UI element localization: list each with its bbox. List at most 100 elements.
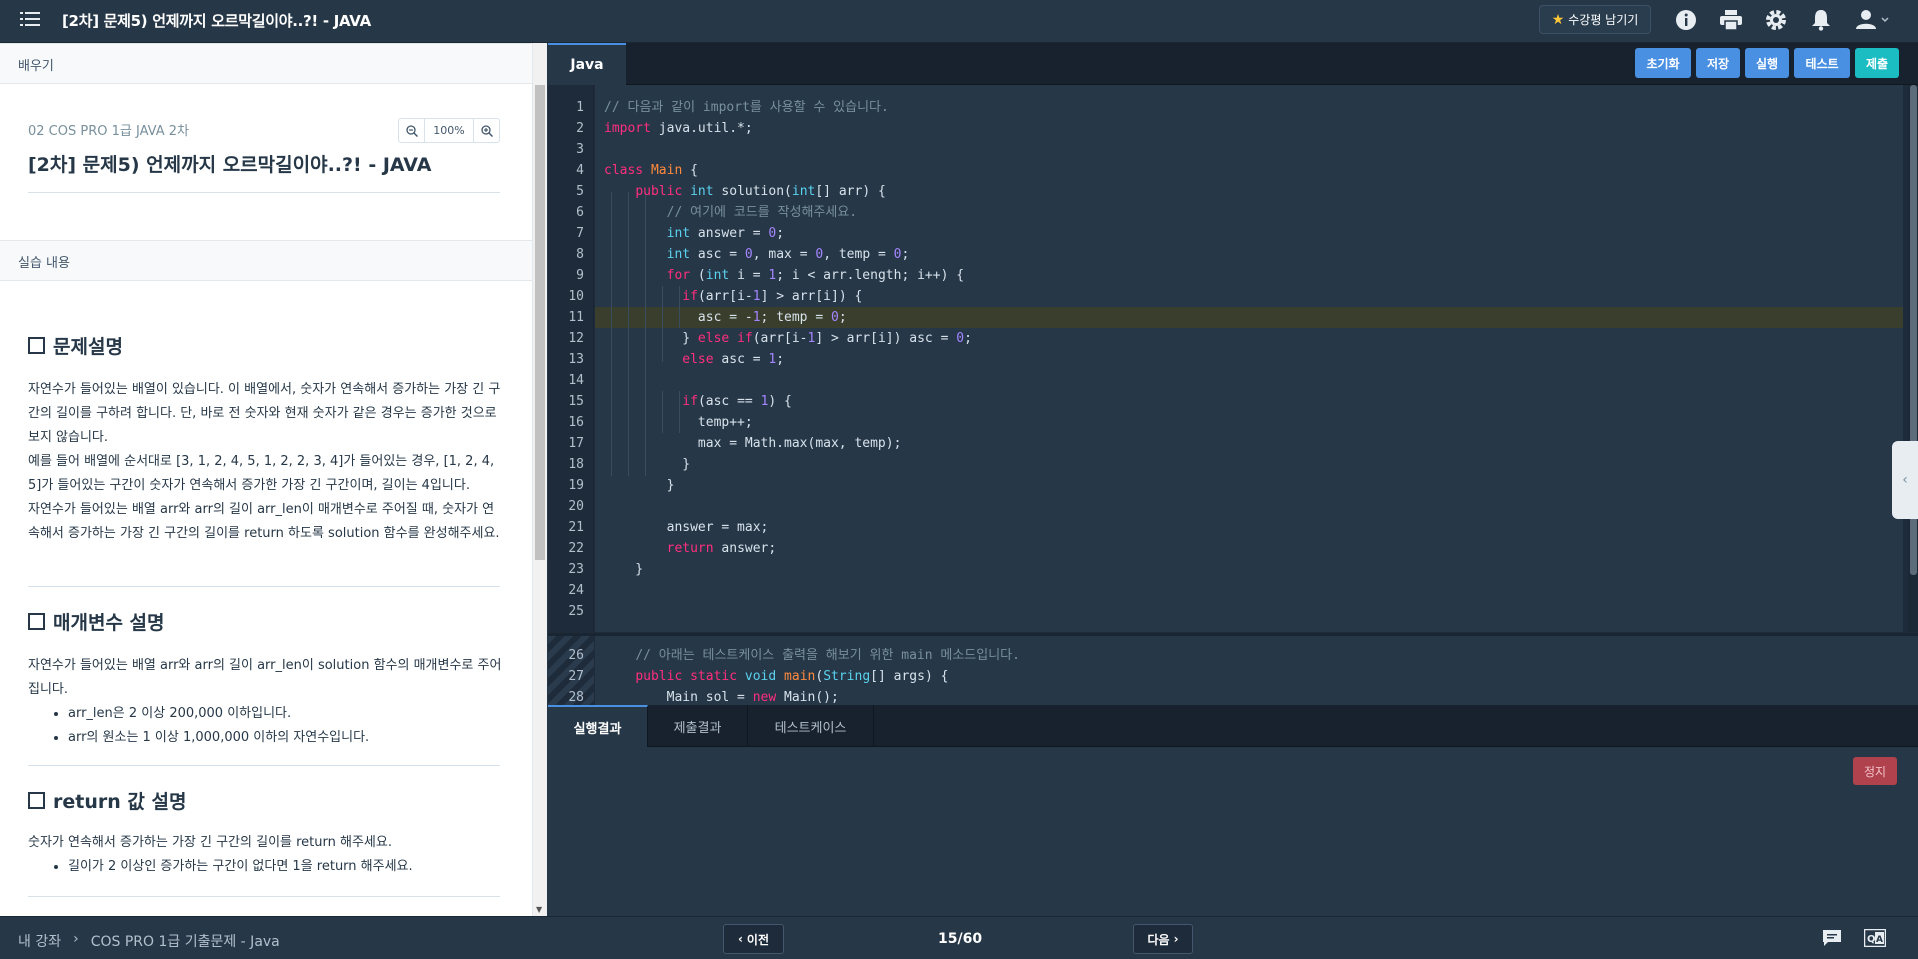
checkbox-icon (28, 337, 45, 354)
return-list: 길이가 2 이상인 증가하는 구간이 없다면 1을 return 해주세요. (68, 855, 413, 879)
result-tabbar: 실행결과 제출결과 테스트케이스 (548, 705, 1918, 747)
chevron-right-icon: › (1173, 932, 1179, 946)
code-editor[interactable]: // 다음과 같이 import를 사용할 수 있습니다. import jav… (595, 85, 1903, 632)
page-title: [2차] 문제5) 언제까지 오르막길이야..?! - JAVA (62, 12, 371, 30)
practice-header: 실습 내용 (0, 240, 532, 281)
run-button[interactable]: 실행 (1745, 48, 1789, 78)
svg-text:Q: Q (1867, 934, 1876, 945)
breadcrumb-course-link[interactable]: COS PRO 1급 기출문제 - Java (91, 931, 280, 951)
tab-testcases[interactable]: 테스트케이스 (748, 705, 874, 747)
divider (28, 586, 500, 587)
editor-tabbar: Java 초기화 저장 실행 테스트 제출 (548, 43, 1918, 85)
prev-button[interactable]: ‹ 이전 (723, 924, 784, 954)
next-button[interactable]: 다음 › (1133, 924, 1193, 954)
line-number: 27 (568, 669, 584, 684)
editor-scrollbar[interactable] (1908, 85, 1918, 632)
line-number: 4 (576, 163, 584, 178)
line-number: 1 (576, 100, 584, 115)
tab-java[interactable]: Java (548, 43, 626, 85)
problem-title: [2차] 문제5) 언제까지 오르막길이야..?! - JAVA (28, 154, 432, 176)
tab-run-result[interactable]: 실행결과 (548, 705, 648, 747)
test-button[interactable]: 테스트 (1794, 48, 1850, 78)
collapse-panel-handle[interactable]: ‹ (1892, 441, 1918, 519)
line-number-gutter-lower: 26 27 28 (548, 636, 594, 706)
section-title-parameters: 매개변수 설명 (28, 608, 165, 635)
top-bar: [2차] 문제5) 언제까지 오르막길이야..?! - JAVA ★ 수강평 남… (0, 0, 1918, 43)
save-button[interactable]: 저장 (1696, 48, 1740, 78)
line-number: 5 (576, 184, 584, 199)
info-icon[interactable] (1674, 8, 1698, 32)
breadcrumb-separator: › (73, 931, 79, 947)
line-number: 26 (568, 648, 584, 663)
learn-header: 배우기 (0, 43, 532, 84)
line-number: 15 (568, 394, 584, 409)
review-label: 수강평 남기기 (1568, 13, 1639, 27)
reset-button[interactable]: 초기화 (1635, 48, 1691, 78)
line-number: 3 (576, 142, 584, 157)
left-scrollbar[interactable]: ▼ (532, 43, 547, 916)
line-number: 18 (568, 457, 584, 472)
list-item: arr의 원소는 1 이상 1,000,000 이하의 자연수입니다. (68, 726, 369, 750)
chevron-left-icon: ‹ (1902, 472, 1908, 488)
chevron-left-icon: ‹ (737, 932, 743, 946)
description-paragraph: 자연수가 들어있는 배열이 있습니다. 이 배열에서, 숫자가 연속해서 증가하… (28, 382, 501, 445)
print-icon[interactable] (1719, 8, 1743, 32)
parameters-paragraph: 자연수가 들어있는 배열 arr와 arr의 길이 arr_len이 solut… (28, 658, 502, 697)
tab-submit-result[interactable]: 제출결과 (648, 705, 748, 747)
line-number: 2 (576, 121, 584, 136)
zoom-control: 100% (398, 118, 500, 143)
result-output: 정지 (548, 747, 1918, 916)
line-number: 19 (568, 478, 584, 493)
chat-icon[interactable] (1821, 927, 1843, 949)
description-paragraph: 예를 들어 배열에 순서대로 [3, 1, 2, 4, 5, 1, 2, 2, … (28, 454, 495, 493)
description-paragraph: 자연수가 들어있는 배열 arr와 arr의 길이 arr_len이 매개변수로… (28, 502, 500, 541)
line-number: 8 (576, 247, 584, 262)
course-name: 02 COS PRO 1급 JAVA 2차 (28, 124, 189, 139)
bottom-bar: 내 강좌 › COS PRO 1급 기출문제 - Java ‹ 이전 15/60… (0, 916, 1918, 959)
menu-icon[interactable] (20, 11, 40, 29)
bell-icon[interactable] (1809, 8, 1833, 32)
breadcrumb: 내 강좌 › COS PRO 1급 기출문제 - Java (18, 931, 280, 951)
parameters-list: arr_len은 2 이상 200,000 이하입니다. arr의 원소는 1 … (68, 702, 369, 750)
problem-panel: 배우기 02 COS PRO 1급 JAVA 2차 100% [2차] 문제5)… (0, 43, 547, 916)
section-title-description: 문제설명 (28, 332, 123, 359)
line-number: 20 (568, 499, 584, 514)
line-number: 16 (568, 415, 584, 430)
divider (28, 896, 500, 897)
breadcrumb-home-link[interactable]: 내 강좌 (18, 931, 61, 951)
submit-button[interactable]: 제출 (1855, 48, 1899, 78)
line-number: 9 (576, 268, 584, 283)
line-number: 10 (568, 289, 584, 304)
line-number: 6 (576, 205, 584, 220)
list-item: 길이가 2 이상인 증가하는 구간이 없다면 1을 return 해주세요. (68, 855, 413, 879)
star-icon: ★ (1551, 11, 1565, 28)
line-number-gutter: 1 2 3 4 5 6 7 8 9 10 11 12 13 14 15 16 17 18 19 20 21 22 23 24 2… (548, 85, 594, 632)
return-paragraph: 숫자가 연속해서 증가하는 가장 긴 구간의 길이를 return 해주세요. (28, 835, 392, 850)
checkbox-icon (28, 613, 45, 630)
line-number: 14 (568, 373, 584, 388)
zoom-in-icon[interactable] (474, 119, 499, 142)
user-icon[interactable] (1856, 8, 1890, 32)
line-number: 17 (568, 436, 584, 451)
line-number: 22 (568, 541, 584, 556)
line-number: 21 (568, 520, 584, 535)
scroll-down-icon[interactable]: ▼ (536, 905, 542, 914)
line-number: 12 (568, 331, 584, 346)
gear-icon[interactable] (1764, 8, 1788, 32)
section-title-return: return 값 설명 (28, 787, 186, 814)
line-number: 7 (576, 226, 584, 241)
review-button[interactable]: ★ 수강평 남기기 (1539, 5, 1651, 34)
editor-area: Java 초기화 저장 실행 테스트 제출 1 2 3 4 5 6 7 8 9 10 11 12 13 1… (548, 43, 1918, 916)
line-number: 11 (568, 310, 584, 325)
scrollbar-thumb[interactable] (535, 85, 545, 560)
line-number: 13 (568, 352, 584, 367)
qna-icon[interactable]: QA (1864, 927, 1886, 949)
code-editor-lower[interactable]: // 아래는 테스트케이스 출력을 해보기 위한 main 메소드입니다. pu… (595, 636, 1918, 706)
zoom-out-icon[interactable] (399, 119, 424, 142)
line-number: 23 (568, 562, 584, 577)
line-number: 24 (568, 583, 584, 598)
stop-button[interactable]: 정지 (1853, 757, 1897, 785)
line-number: 25 (568, 604, 584, 619)
divider (28, 192, 500, 193)
page-counter: 15/60 (938, 931, 983, 947)
